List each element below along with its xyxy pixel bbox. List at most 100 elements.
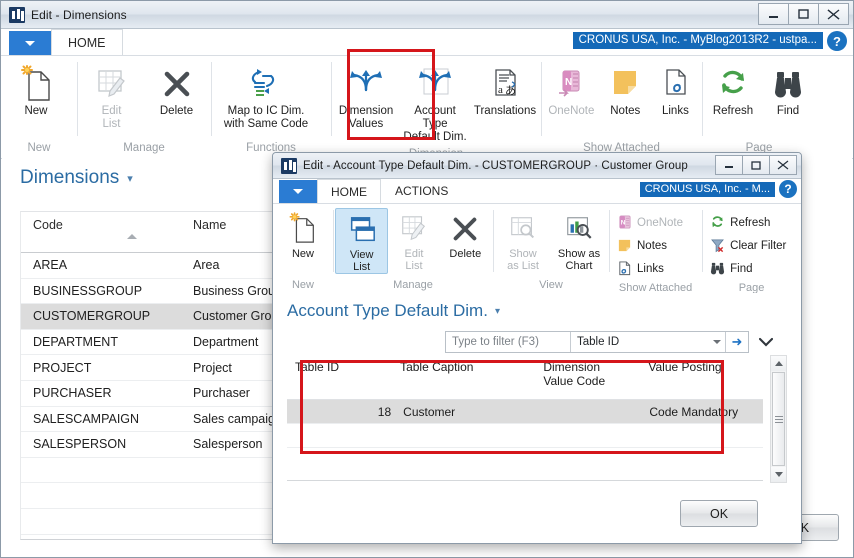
show-as-chart-button-label: Show as Chart xyxy=(557,248,601,272)
onenote-button-label: OneNote xyxy=(548,105,595,117)
grid-rows: 18 Customer Code Mandatory xyxy=(287,400,763,448)
tab-home[interactable]: HOME xyxy=(51,29,123,55)
refresh-button-label: Refresh xyxy=(712,105,754,117)
file-menu-caret-icon[interactable] xyxy=(9,31,51,55)
scrollbar-thumb[interactable] xyxy=(772,372,785,466)
inner-group-manage-label: Manage xyxy=(393,279,433,291)
map-to-ic-dim-button[interactable]: Map to IC Dim. with Same Code xyxy=(213,60,319,131)
view-list-button[interactable]: View List xyxy=(335,208,389,274)
filter-input[interactable]: Type to filter (F3) xyxy=(446,332,571,352)
inner-new-button[interactable]: New xyxy=(275,208,331,260)
inner-window-controls xyxy=(715,155,797,175)
table-row[interactable]: 18 Customer Code Mandatory xyxy=(287,400,763,424)
grid-column-dimension-value-code[interactable]: Dimension Value Code xyxy=(543,355,648,399)
column-header-code[interactable]: Code xyxy=(21,212,181,252)
grid-column-value-posting[interactable]: Value Posting xyxy=(648,355,763,399)
cell-name: Salesperson xyxy=(193,437,263,452)
inner-find-label: Find xyxy=(730,262,753,275)
grid-vertical-scrollbar[interactable] xyxy=(770,355,787,483)
account-type-default-dim-button[interactable]: Account Type Default Dim. xyxy=(399,60,471,144)
clear-filter-item[interactable]: Clear Filter xyxy=(710,235,786,256)
new-document-icon xyxy=(19,63,53,105)
inner-notes-item[interactable]: Notes xyxy=(617,235,683,256)
inner-links-item[interactable]: Links xyxy=(617,258,683,279)
grid-column-table-caption[interactable]: Table Caption xyxy=(400,355,543,399)
filter-box: Type to filter (F3) Table ID ➜ xyxy=(445,331,749,353)
ribbon-group-show-attached: N OneNote Notes Links Show Attached xyxy=(541,56,702,158)
refresh-button[interactable]: Refresh xyxy=(704,60,762,118)
help-icon[interactable]: ? xyxy=(827,31,847,51)
translations-icon: a あ xyxy=(487,63,523,105)
inner-refresh-item[interactable]: Refresh xyxy=(710,212,786,233)
inner-onenote-label: OneNote xyxy=(637,216,684,229)
find-button[interactable]: Find xyxy=(762,60,814,118)
company-indicator: CRONUS USA, Inc. - MyBlog2013R2 - ustpa.… xyxy=(572,32,823,49)
inner-file-menu-caret-icon[interactable] xyxy=(279,180,317,203)
page-title-dropdown-icon[interactable]: ▾ xyxy=(127,172,133,185)
links-button[interactable]: Links xyxy=(651,60,700,118)
cell-name: Department xyxy=(193,335,259,350)
inner-notes-label: Notes xyxy=(637,239,668,252)
delete-button[interactable]: Delete xyxy=(144,60,209,118)
inner-delete-button[interactable]: Delete xyxy=(440,208,491,260)
onenote-button: N OneNote xyxy=(543,60,600,118)
cell-name: Purchaser xyxy=(193,386,250,401)
nav-app-icon xyxy=(9,6,25,23)
grid-column-table-id[interactable]: Table ID xyxy=(287,355,400,399)
scroll-down-arrow-icon[interactable] xyxy=(771,467,786,482)
filter-field-chevron-down-icon[interactable] xyxy=(709,332,725,352)
view-list-button-label: View List xyxy=(349,249,374,273)
inner-new-button-label: New xyxy=(291,248,314,260)
refresh-icon xyxy=(716,63,750,105)
dimension-values-button-label: Dimension Values xyxy=(338,105,394,130)
inner-help-icon[interactable]: ? xyxy=(779,180,797,198)
inner-refresh-label: Refresh xyxy=(730,216,771,229)
notes-button[interactable]: Notes xyxy=(600,60,651,118)
outer-titlebar: Edit - Dimensions xyxy=(1,1,853,29)
close-button[interactable] xyxy=(818,3,849,25)
find-button-label: Find xyxy=(776,105,800,117)
cell-code: SALESPERSON xyxy=(33,437,127,452)
inner-page-title: Account Type Default Dim. ▾ xyxy=(273,293,801,321)
column-header-name[interactable]: Name xyxy=(181,212,226,252)
outer-window-controls xyxy=(758,3,849,25)
onenote-icon: N xyxy=(617,215,632,230)
inner-minimize-button[interactable] xyxy=(715,155,743,175)
dimension-values-button[interactable]: Dimension Values xyxy=(333,60,399,131)
inner-ribbon-tabs: HOME ACTIONS CRONUS USA, Inc. - M... ? xyxy=(273,179,801,204)
expand-filter-chevron-down-icon[interactable] xyxy=(759,337,773,347)
inner-maximize-button[interactable] xyxy=(742,155,770,175)
inner-ok-button[interactable]: OK xyxy=(680,500,758,527)
cell-name: Area xyxy=(193,258,220,273)
cell-code: DEPARTMENT xyxy=(33,335,118,350)
inner-edit-list-button-label: Edit List xyxy=(404,248,424,272)
inner-ribbon-group-new: New New xyxy=(273,204,333,294)
new-button[interactable]: New xyxy=(3,60,69,118)
filter-apply-arrow-right-icon[interactable]: ➜ xyxy=(725,332,748,352)
table-row-empty[interactable] xyxy=(287,424,763,448)
nav-app-icon xyxy=(281,157,297,174)
inner-tab-actions[interactable]: ACTIONS xyxy=(381,179,462,203)
translations-button[interactable]: a あ Translations xyxy=(471,60,539,118)
cell-code: BUSINESSGROUP xyxy=(33,283,143,298)
maximize-button[interactable] xyxy=(788,3,819,25)
delete-button-label: Delete xyxy=(159,105,194,117)
svg-text:N: N xyxy=(565,77,572,88)
outer-window-title: Edit - Dimensions xyxy=(31,7,127,22)
inner-window-title: Edit - Account Type Default Dim. - CUSTO… xyxy=(303,159,688,172)
filter-field-select[interactable]: Table ID xyxy=(571,332,709,352)
minimize-button[interactable] xyxy=(758,3,789,25)
outer-ribbon-tabs: HOME CRONUS USA, Inc. - MyBlog2013R2 - u… xyxy=(1,29,853,56)
show-as-chart-button[interactable]: Show as Chart xyxy=(551,208,607,272)
find-binoculars-icon xyxy=(772,63,804,105)
inner-page-title-dropdown-icon[interactable]: ▾ xyxy=(495,306,500,317)
inner-tab-home[interactable]: HOME xyxy=(317,179,381,203)
cell-code: CUSTOMERGROUP xyxy=(33,309,151,324)
scroll-up-arrow-icon[interactable] xyxy=(771,356,786,371)
map-ic-dimension-icon xyxy=(245,63,287,105)
delete-x-icon xyxy=(160,63,194,105)
clear-filter-label: Clear Filter xyxy=(730,239,787,252)
inner-find-item[interactable]: Find xyxy=(710,258,786,279)
inner-close-button[interactable] xyxy=(769,155,797,175)
screen-root: Edit - Dimensions HOME CRONUS USA, Inc. … xyxy=(0,0,854,558)
